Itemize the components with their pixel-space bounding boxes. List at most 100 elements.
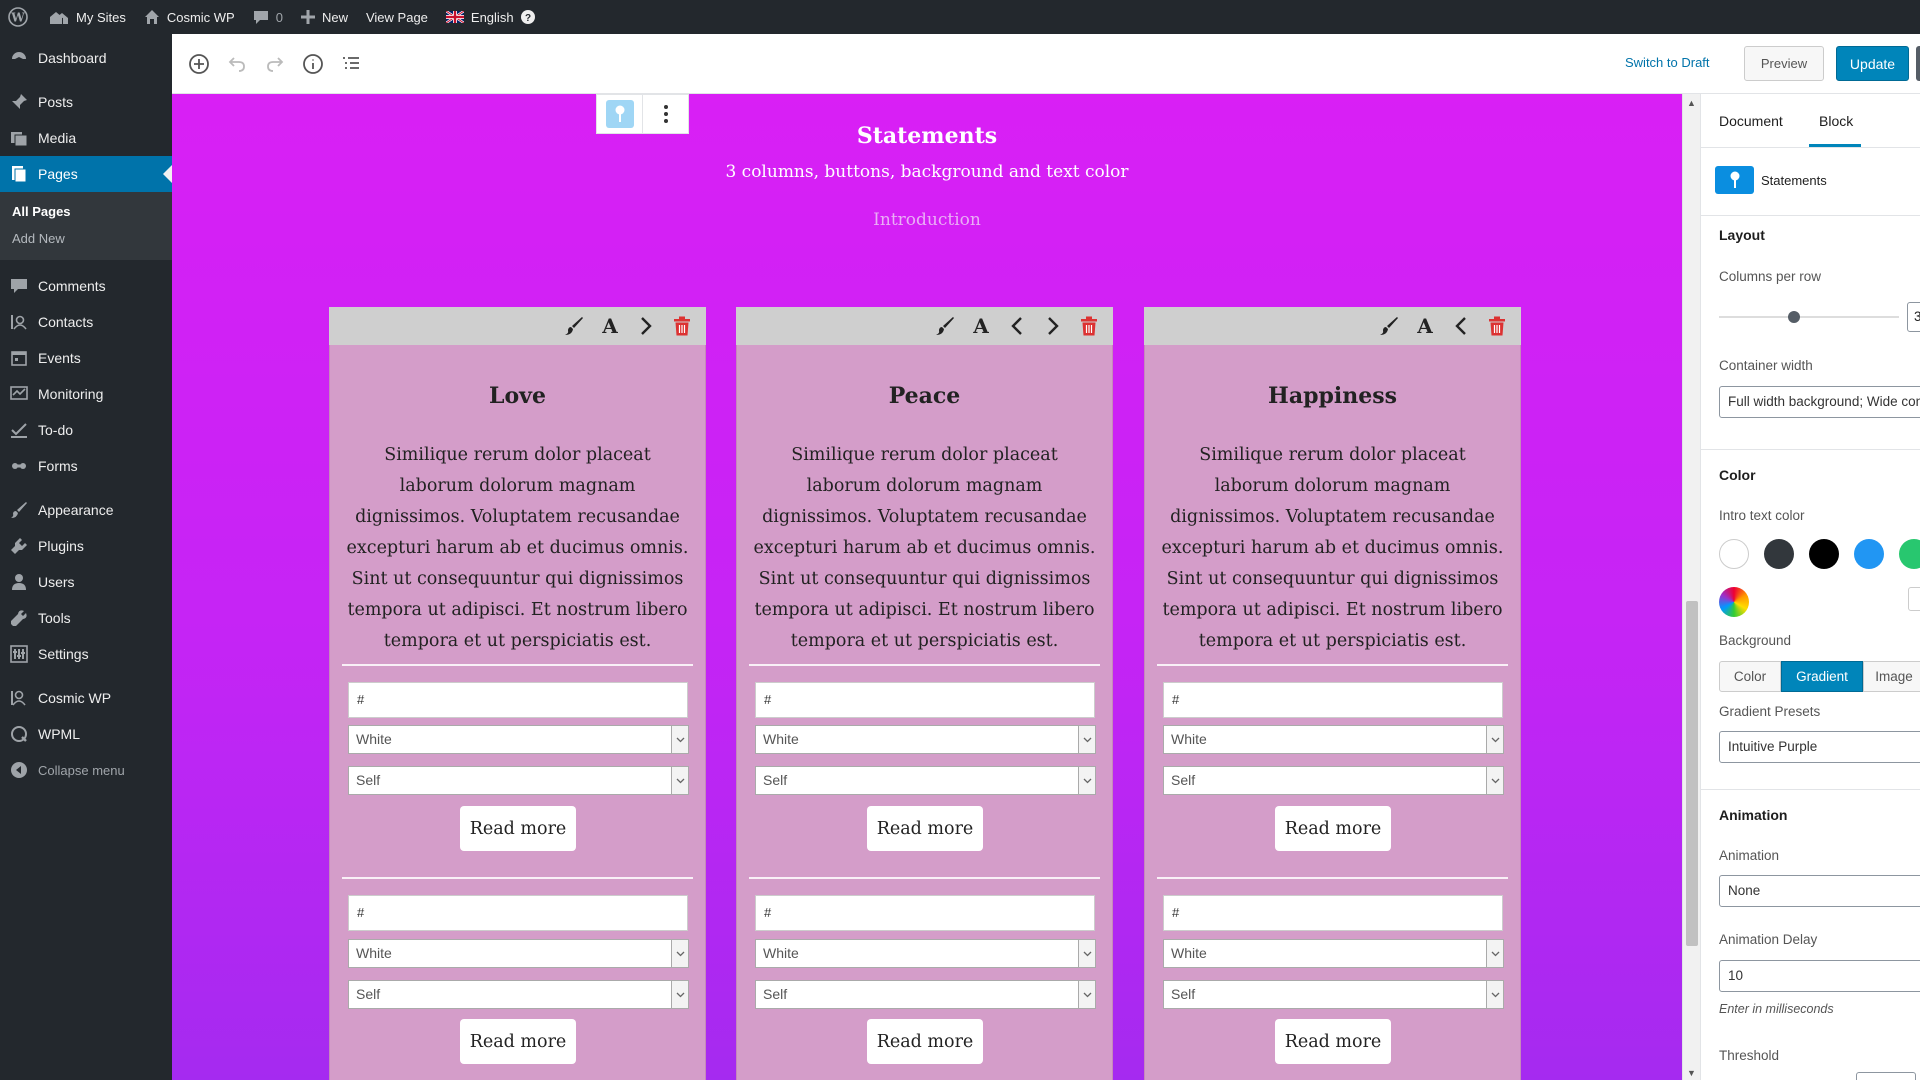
animation-select[interactable]: None xyxy=(1719,875,1920,907)
move-right-icon[interactable] xyxy=(1035,307,1071,345)
new-content-link[interactable]: New xyxy=(292,0,357,34)
button-url-input[interactable]: # xyxy=(348,895,688,931)
wordpress-logo-icon[interactable]: W xyxy=(0,0,40,34)
column-title[interactable]: Love xyxy=(330,383,705,409)
button-target-select[interactable]: Self xyxy=(348,980,689,1009)
sidebar-item-contacts[interactable]: Contacts xyxy=(0,304,172,340)
canvas-scrollbar[interactable]: ▲ ▼ xyxy=(1682,94,1700,1080)
bg-color-option[interactable]: Color xyxy=(1719,661,1781,692)
column-title[interactable]: Peace xyxy=(737,383,1112,409)
sidebar-item-monitoring[interactable]: Monitoring xyxy=(0,376,172,412)
update-button[interactable]: Update xyxy=(1836,46,1909,81)
sidebar-item-pages[interactable]: Pages xyxy=(0,156,172,192)
button-color-select[interactable]: White xyxy=(755,725,1096,754)
container-width-select[interactable]: Full width background; Wide con xyxy=(1719,386,1920,418)
sidebar-item-forms[interactable]: Forms xyxy=(0,448,172,484)
button-target-select[interactable]: Self xyxy=(755,766,1096,795)
color-swatch[interactable] xyxy=(1854,539,1884,569)
move-right-icon[interactable] xyxy=(628,307,664,345)
sidebar-item-tools[interactable]: Tools xyxy=(0,600,172,636)
settings-toggle-button[interactable] xyxy=(1916,46,1920,81)
button-color-select[interactable]: White xyxy=(1163,939,1504,968)
language-switcher[interactable]: English ? xyxy=(437,0,544,34)
color-swatch[interactable] xyxy=(1764,539,1794,569)
undo-button[interactable] xyxy=(218,45,256,83)
read-more-button[interactable]: Read more xyxy=(867,806,983,851)
animation-heading[interactable]: Animation xyxy=(1719,807,1787,823)
submenu-all-pages[interactable]: All Pages xyxy=(0,198,172,225)
button-color-select[interactable]: White xyxy=(1163,725,1504,754)
bg-gradient-option[interactable]: Gradient xyxy=(1781,661,1863,692)
button-url-input[interactable]: # xyxy=(755,682,1095,718)
animation-delay-input[interactable]: 10 xyxy=(1719,960,1920,992)
sidebar-item-settings[interactable]: Settings xyxy=(0,636,172,672)
clear-color-button[interactable] xyxy=(1908,587,1920,611)
column-title[interactable]: Happiness xyxy=(1145,383,1520,409)
switch-to-draft-link[interactable]: Switch to Draft xyxy=(1625,55,1710,70)
column-text[interactable]: Similique rerum dolor placeat laborum do… xyxy=(346,440,689,657)
bg-image-option[interactable]: Image xyxy=(1863,661,1920,692)
sidebar-item-users[interactable]: Users xyxy=(0,564,172,600)
trash-icon[interactable] xyxy=(1071,307,1107,345)
block-navigation-button[interactable] xyxy=(332,45,370,83)
tab-block[interactable]: Block xyxy=(1819,94,1853,147)
text-color-icon[interactable]: A xyxy=(592,307,628,345)
section-subtitle[interactable]: 3 columns, buttons, background and text … xyxy=(172,162,1682,182)
my-sites-link[interactable]: My Sites xyxy=(40,0,135,34)
read-more-button[interactable]: Read more xyxy=(460,806,576,851)
site-name-link[interactable]: Cosmic WP xyxy=(135,0,244,34)
sidebar-item-dashboard[interactable]: Dashboard xyxy=(0,40,172,76)
brush-icon[interactable] xyxy=(927,307,963,345)
intro-link[interactable]: Introduction xyxy=(172,210,1682,230)
sidebar-item-todo[interactable]: To-do xyxy=(0,412,172,448)
color-swatch[interactable] xyxy=(1809,539,1839,569)
text-color-icon[interactable]: A xyxy=(963,307,999,345)
collapse-menu-button[interactable]: Collapse menu xyxy=(0,752,172,788)
columns-range-track[interactable] xyxy=(1719,316,1899,318)
trash-icon[interactable] xyxy=(1479,307,1515,345)
column-text[interactable]: Similique rerum dolor placeat laborum do… xyxy=(753,440,1096,657)
sidebar-item-media[interactable]: Media xyxy=(0,120,172,156)
button-url-input[interactable]: # xyxy=(755,895,1095,931)
scroll-up-icon[interactable]: ▲ xyxy=(1687,98,1696,108)
read-more-button[interactable]: Read more xyxy=(1275,806,1391,851)
custom-color-icon[interactable] xyxy=(1719,587,1749,617)
sidebar-item-comments[interactable]: Comments xyxy=(0,268,172,304)
button-url-input[interactable]: # xyxy=(1163,682,1503,718)
button-target-select[interactable]: Self xyxy=(1163,980,1504,1009)
submenu-add-new[interactable]: Add New xyxy=(0,225,172,252)
sidebar-item-appearance[interactable]: Appearance xyxy=(0,492,172,528)
color-swatch[interactable] xyxy=(1719,539,1749,569)
trash-icon[interactable] xyxy=(664,307,700,345)
scrollbar-thumb[interactable] xyxy=(1686,601,1698,946)
sidebar-item-wpml[interactable]: WPML xyxy=(0,716,172,752)
add-block-button[interactable] xyxy=(180,45,218,83)
gradient-presets-select[interactable]: Intuitive Purple xyxy=(1719,731,1920,763)
brush-icon[interactable] xyxy=(556,307,592,345)
button-url-input[interactable]: # xyxy=(1163,895,1503,931)
columns-number-input[interactable]: 3 xyxy=(1907,302,1920,332)
redo-button[interactable] xyxy=(256,45,294,83)
sidebar-item-cosmic-wp[interactable]: Cosmic WP xyxy=(0,680,172,716)
button-target-select[interactable]: Self xyxy=(755,980,1096,1009)
preview-button[interactable]: Preview xyxy=(1744,46,1824,81)
button-color-select[interactable]: White xyxy=(348,725,689,754)
brush-icon[interactable] xyxy=(1371,307,1407,345)
sidebar-item-posts[interactable]: Posts xyxy=(0,84,172,120)
button-target-select[interactable]: Self xyxy=(1163,766,1504,795)
sidebar-item-events[interactable]: Events xyxy=(0,340,172,376)
view-page-link[interactable]: View Page xyxy=(357,0,437,34)
scroll-down-icon[interactable]: ▼ xyxy=(1687,1068,1696,1078)
color-heading[interactable]: Color xyxy=(1719,467,1756,483)
read-more-button[interactable]: Read more xyxy=(460,1019,576,1064)
threshold-input[interactable] xyxy=(1856,1072,1916,1080)
read-more-button[interactable]: Read more xyxy=(867,1019,983,1064)
button-target-select[interactable]: Self xyxy=(348,766,689,795)
comments-link[interactable]: 0 xyxy=(244,0,292,34)
button-color-select[interactable]: White xyxy=(348,939,689,968)
columns-range-thumb[interactable] xyxy=(1788,311,1800,323)
text-color-icon[interactable]: A xyxy=(1407,307,1443,345)
button-color-select[interactable]: White xyxy=(755,939,1096,968)
content-structure-button[interactable] xyxy=(294,45,332,83)
column-text[interactable]: Similique rerum dolor placeat laborum do… xyxy=(1161,440,1504,657)
